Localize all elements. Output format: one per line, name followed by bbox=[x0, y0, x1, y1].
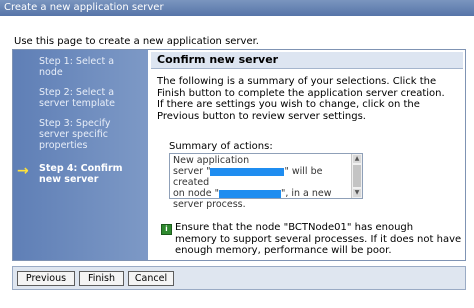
scroll-thumb[interactable] bbox=[353, 165, 361, 187]
previous-button[interactable]: Previous bbox=[17, 271, 75, 286]
redacted-server-name bbox=[210, 167, 285, 176]
wizard-frame: Step 1: Select a node Step 2: Select a s… bbox=[12, 49, 466, 261]
finish-button[interactable]: Finish bbox=[79, 271, 124, 286]
summary-label: Summary of actions: bbox=[169, 141, 273, 152]
summary-text: New application server " " will be create… bbox=[173, 155, 343, 210]
description-line3: If there are settings you wish to change… bbox=[157, 99, 420, 110]
summary-scrollbar[interactable]: ▲ ▼ bbox=[351, 154, 362, 198]
step-2-line2: server template bbox=[39, 98, 115, 109]
current-step-arrow-icon: → bbox=[17, 163, 29, 179]
step-1: Step 1: Select a node bbox=[39, 56, 143, 78]
step-1-line1: Step 1: Select a bbox=[39, 56, 115, 67]
step-4-current: Step 4: Confirm new server bbox=[39, 163, 143, 185]
description: The following is a summary of your selec… bbox=[157, 76, 455, 122]
step-1-line2: node bbox=[39, 67, 63, 78]
summary-line3-start: on node " bbox=[173, 188, 219, 199]
summary-line3-end: ", in a new bbox=[280, 188, 332, 199]
memory-note-line2: memory to support several processes. If … bbox=[175, 233, 462, 245]
step-3-line3: properties bbox=[39, 140, 88, 151]
memory-note-line1: Ensure that the node "BCTNode01" has eno… bbox=[175, 222, 414, 233]
window-title: Create a new application server bbox=[4, 2, 164, 13]
description-line2: Finish button to complete the applicatio… bbox=[157, 87, 445, 99]
redacted-node-name bbox=[218, 189, 281, 198]
summary-textarea[interactable]: New application server " " will be create… bbox=[169, 153, 363, 210]
info-icon: i bbox=[161, 224, 172, 235]
scroll-down-arrow-icon[interactable]: ▼ bbox=[353, 189, 361, 197]
cancel-button[interactable]: Cancel bbox=[128, 271, 174, 286]
button-bar: Previous Finish Cancel bbox=[12, 266, 466, 290]
scroll-up-arrow-icon[interactable]: ▲ bbox=[353, 155, 361, 163]
summary-line2-start: server " bbox=[173, 166, 211, 177]
description-line4: Previous button to review server setting… bbox=[157, 110, 366, 122]
step-3: Step 3: Specify server specific properti… bbox=[39, 118, 143, 151]
intro-text: Use this page to create a new applicatio… bbox=[14, 36, 259, 47]
memory-note-line3: enough memory, performance will be poor. bbox=[175, 245, 392, 256]
description-line1: The following is a summary of your selec… bbox=[157, 76, 437, 87]
step-4-line2: new server bbox=[39, 174, 99, 185]
summary-line4: server process. bbox=[173, 199, 246, 210]
step-3-line1: Step 3: Specify bbox=[39, 118, 111, 129]
section-heading: Confirm new server bbox=[151, 52, 463, 69]
step-3-line2: server specific bbox=[39, 129, 108, 140]
window-title-bar: Create a new application server bbox=[0, 0, 474, 16]
step-4-line1: Step 4: Confirm bbox=[39, 163, 123, 174]
summary-line1: New application bbox=[173, 155, 250, 166]
summary-line2: server " " will be created bbox=[173, 166, 343, 188]
memory-note: Ensure that the node "BCTNode01" has eno… bbox=[175, 222, 467, 257]
wizard-steps-sidebar: Step 1: Select a node Step 2: Select a s… bbox=[13, 50, 148, 260]
wizard-content: Confirm new server The following is a su… bbox=[151, 50, 465, 260]
step-2: Step 2: Select a server template bbox=[39, 87, 143, 109]
step-2-line1: Step 2: Select a bbox=[39, 87, 115, 98]
summary-line3: on node " ", in a new bbox=[173, 188, 343, 199]
